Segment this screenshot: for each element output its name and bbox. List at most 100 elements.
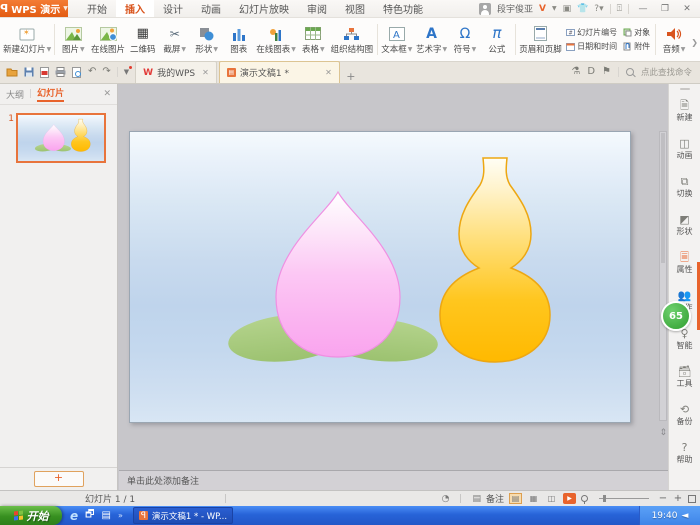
undo-icon[interactable]: ↶ — [88, 67, 96, 77]
attachment-button[interactable]: 附件 — [623, 41, 650, 52]
tab-special-features[interactable]: 特色功能 — [374, 0, 432, 17]
skin-icon[interactable]: 👕 — [577, 4, 588, 14]
member-badge[interactable]: 65 — [661, 301, 691, 331]
wordart-button[interactable]: A 艺术字▼ — [414, 19, 449, 60]
tab-view[interactable]: 视图 — [336, 0, 374, 17]
taskbar-task-presentation1[interactable]: ꟼ 演示文稿1 * - WP... — [133, 507, 233, 524]
start-button[interactable]: 开始 — [0, 506, 62, 525]
normal-view-button[interactable]: ▤ — [509, 493, 522, 504]
close-icon[interactable]: ✕ — [103, 89, 111, 99]
slides-tab[interactable]: 幻灯片 — [37, 86, 64, 102]
slide-thumbnail-row[interactable]: 1 — [4, 113, 113, 163]
slide-thumbnail[interactable] — [16, 113, 106, 163]
sidebar-item-new[interactable]: 🗎 新建 — [669, 92, 700, 130]
ribbon-expand-icon[interactable]: ❯ — [691, 38, 698, 47]
online-chart-button[interactable]: 在线图表▼ — [255, 19, 298, 60]
chevron-right-icon[interactable]: » — [118, 511, 123, 520]
redo-icon[interactable]: ↷ — [102, 67, 110, 77]
chart-button[interactable]: 图表 — [223, 19, 255, 60]
zoom-slider-knob[interactable] — [603, 495, 606, 502]
sidebar-item-transition[interactable]: ⧉ 切换 — [669, 168, 700, 206]
tab-slideshow[interactable]: 幻灯片放映 — [230, 0, 298, 17]
media-player-icon[interactable]: ▤ — [102, 510, 111, 521]
sidebar-item-help[interactable]: ? 帮助 — [669, 434, 700, 472]
textbox-button[interactable]: A 文本框▼ — [379, 19, 414, 60]
formula-button[interactable]: π 公式 — [481, 19, 513, 60]
command-search-input[interactable]: 点此查找命令 — [641, 66, 692, 78]
peach-shape[interactable] — [276, 192, 400, 357]
customize-toolbar-icon[interactable]: ▼ — [124, 68, 129, 76]
sidebar-item-tools[interactable]: 🗃 工具 — [669, 358, 700, 396]
datetime-button[interactable]: 日期和时间 — [566, 41, 617, 52]
reading-view-button[interactable]: ◫ — [545, 493, 558, 504]
notes-splitter-icon[interactable]: ⇕ — [659, 428, 667, 438]
play-slideshow-button[interactable]: ▶ — [563, 493, 576, 504]
table-button[interactable]: 表格▼ — [297, 19, 329, 60]
save-icon[interactable] — [24, 67, 34, 77]
sidebar-item-backup[interactable]: ⟲ 备份 — [669, 396, 700, 434]
internet-explorer-icon[interactable]: e — [70, 509, 78, 523]
share-icon[interactable]: ⚗ — [571, 67, 580, 77]
screenshot-button[interactable]: ✂ 截屏▼ — [159, 19, 191, 60]
wps-logo-menu[interactable]: ꟼ WPS 演示 ▼ — [0, 0, 68, 17]
feedback-icon[interactable]: ⚑ — [602, 67, 611, 77]
tab-animation[interactable]: 动画 — [192, 0, 230, 17]
print-preview-icon[interactable] — [72, 67, 82, 78]
fit-slide-button[interactable] — [688, 495, 696, 503]
slideshow-settings-icon[interactable] — [581, 495, 588, 502]
add-slide-button[interactable]: + — [34, 471, 84, 487]
symbol-button[interactable]: Ω 符号▼ — [449, 19, 481, 60]
zoom-out-button[interactable]: − — [658, 493, 668, 504]
tray-clock[interactable]: 19:40 — [652, 511, 678, 521]
scrollbar-thumb[interactable] — [661, 133, 665, 263]
header-footer-button[interactable]: 页眉和页脚 — [518, 19, 563, 60]
slide-canvas[interactable] — [129, 131, 631, 423]
print-icon[interactable] — [55, 67, 66, 77]
close-icon[interactable]: ✕ — [325, 68, 332, 77]
sidebar-collapse-handle[interactable] — [680, 88, 690, 90]
restore-button[interactable]: ❐ — [657, 4, 673, 14]
notes-icon[interactable]: ▤ — [472, 494, 481, 504]
sidebar-item-animation[interactable]: ◫ 动画 — [669, 130, 700, 168]
org-chart-button[interactable]: 组织结构图 — [329, 19, 374, 60]
chevron-down-icon[interactable]: ▼ — [552, 5, 557, 12]
picture-button[interactable]: 图片▼ — [57, 19, 89, 60]
slide-number-button[interactable]: # 幻灯片编号 — [566, 27, 617, 38]
show-desktop-icon[interactable]: 🗗 — [85, 507, 94, 524]
notes-toggle[interactable]: 备注 — [486, 492, 504, 505]
qrcode-button[interactable]: ▦ 二维码 — [127, 19, 159, 60]
doc-tab-my-wps[interactable]: W 我的WPS ✕ — [135, 61, 217, 83]
user-avatar[interactable] — [479, 3, 491, 15]
slide-sorter-button[interactable]: ▦ — [527, 493, 540, 504]
audio-button[interactable]: 音频▼ — [658, 19, 690, 60]
user-name[interactable]: 段宇俊亚 — [497, 2, 533, 15]
close-icon[interactable]: ✕ — [202, 68, 209, 77]
object-button[interactable]: 对象 — [623, 27, 650, 38]
shapes-button[interactable]: 形状▼ — [191, 19, 223, 60]
collapse-ribbon-icon[interactable]: ⍐ — [617, 4, 622, 14]
notes-area[interactable]: 单击此处添加备注 — [119, 470, 668, 490]
zoom-in-button[interactable]: + — [673, 493, 683, 504]
history-icon[interactable]: ◔ — [442, 494, 450, 504]
tab-review[interactable]: 审阅 — [298, 0, 336, 17]
message-icon[interactable]: ▣ — [563, 4, 572, 14]
tab-insert[interactable]: 插入 — [116, 0, 154, 17]
new-tab-button[interactable]: + — [342, 70, 360, 83]
docer-icon[interactable]: D — [587, 67, 595, 77]
doc-tab-presentation1[interactable]: ▤ 演示文稿1 * ✕ — [219, 61, 340, 83]
online-picture-button[interactable]: 在线图片 — [89, 19, 126, 60]
zoom-slider[interactable] — [599, 498, 649, 499]
chevron-icon[interactable]: ◄ — [682, 511, 689, 521]
new-slide-button[interactable]: ✶ 新建幻灯片▼ — [2, 19, 52, 60]
export-pdf-icon[interactable] — [40, 67, 49, 78]
close-button[interactable]: ✕ — [679, 4, 695, 14]
vertical-scrollbar[interactable] — [659, 131, 667, 421]
gourd-shape[interactable] — [440, 158, 550, 362]
tab-design[interactable]: 设计 — [154, 0, 192, 17]
tab-home[interactable]: 开始 — [78, 0, 116, 17]
minimize-button[interactable]: — — [635, 4, 651, 14]
sidebar-item-shapes[interactable]: ◩ 形状 — [669, 206, 700, 244]
outline-tab[interactable]: 大纲 — [6, 88, 24, 101]
sidebar-item-properties[interactable]: 🗏 属性 — [669, 244, 700, 282]
help-icon[interactable]: ?▾ — [594, 4, 603, 14]
